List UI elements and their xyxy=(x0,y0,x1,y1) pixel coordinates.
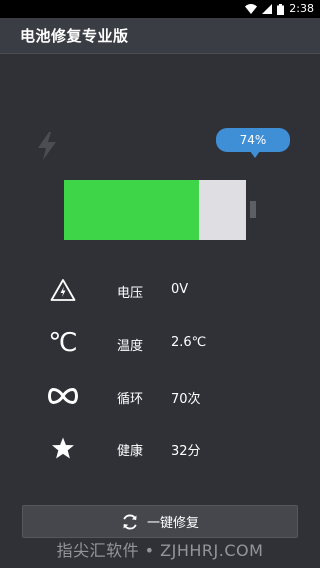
temperature-label: 温度 xyxy=(117,339,144,354)
cycles-label: 循环 xyxy=(117,392,144,407)
watermark: 指尖汇软件 • ZJHHRJ.COM xyxy=(56,541,264,560)
temperature-value: 2.6℃ xyxy=(171,335,207,350)
battery-cap xyxy=(250,201,256,218)
health-label: 健康 xyxy=(117,444,144,459)
warning-icon xyxy=(48,275,78,305)
one-click-repair-button[interactable]: 一键修复 xyxy=(22,505,298,538)
battery-percent-bubble: 74% xyxy=(216,128,290,158)
celsius-icon: ℃ xyxy=(48,328,78,358)
wifi-icon xyxy=(245,4,258,14)
info-row-health: 健康 32分 xyxy=(0,429,320,469)
app-bar: 电池修复专业版 xyxy=(0,18,320,54)
lightning-icon xyxy=(38,132,56,160)
signal-icon xyxy=(262,4,273,14)
battery-level-bar xyxy=(64,180,246,240)
voltage-label: 电压 xyxy=(117,286,144,301)
infinity-icon xyxy=(48,381,78,411)
refresh-icon xyxy=(123,514,137,529)
repair-button-label: 一键修复 xyxy=(146,516,199,531)
info-row-temperature: ℃ 温度 2.6℃ xyxy=(0,324,320,364)
health-value: 32分 xyxy=(171,444,201,459)
info-row-voltage: 电压 0V xyxy=(0,271,320,311)
battery-icon xyxy=(277,3,285,15)
battery-percent-text: 74% xyxy=(239,133,267,147)
battery-fill xyxy=(64,180,199,240)
voltage-value: 0V xyxy=(171,282,189,297)
status-bar: 2:38 xyxy=(0,0,320,18)
info-row-cycles: 循环 70次 xyxy=(0,377,320,417)
status-time: 2:38 xyxy=(289,2,314,15)
cycles-value: 70次 xyxy=(171,392,201,407)
app-title: 电池修复专业版 xyxy=(20,27,129,45)
star-icon xyxy=(48,433,78,463)
